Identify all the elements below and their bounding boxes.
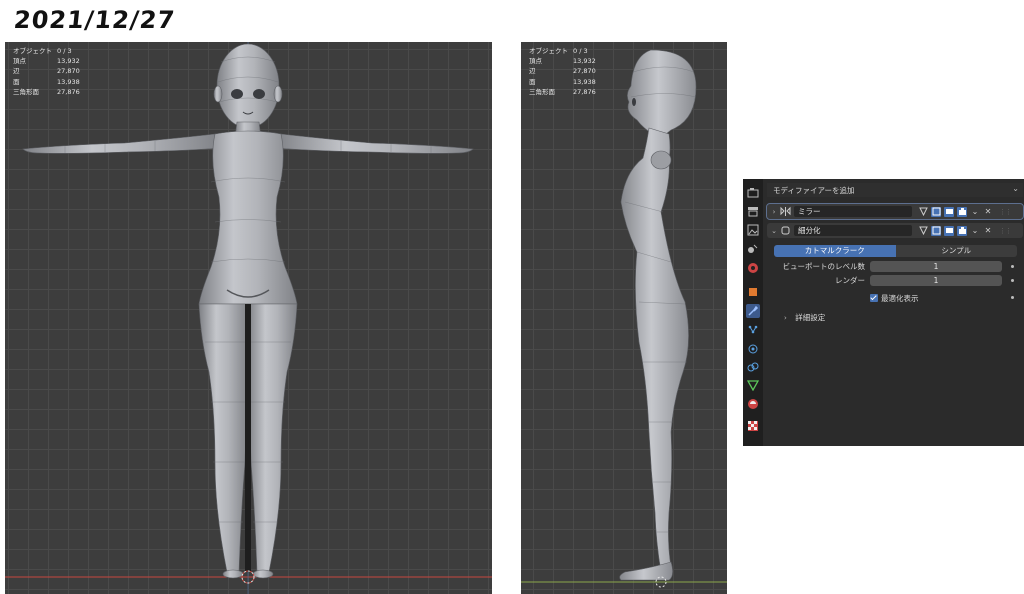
world-icon[interactable]	[747, 286, 759, 298]
viewport-toggle-icon[interactable]	[944, 206, 954, 217]
properties-panel: モディファイアーを追加 ⌄ › ミラー ⌄ ✕ ⋮⋮ ⌄ 細分化 ⌄ ✕ ⋮⋮ …	[743, 179, 1024, 446]
render-levels-label: レンダー	[835, 276, 865, 285]
keyframe-dot-icon[interactable]	[1011, 296, 1014, 299]
keyframe-dot-icon[interactable]	[1011, 265, 1014, 268]
optimal-display-checkbox[interactable]: 最適化表示	[870, 292, 919, 304]
front-viewport[interactable]: オブジェクト 0 / 3 頂点 13,932 辺 27,870 面 13,938 三角形…	[5, 42, 492, 594]
add-modifier-label: モディファイアーを追加	[773, 185, 855, 195]
mode-catmull-clark-button[interactable]: カトマルクラーク	[774, 245, 896, 257]
modifier-panel-mirror[interactable]: › ミラー ⌄ ✕ ⋮⋮	[766, 203, 1024, 220]
keyframe-dot-icon[interactable]	[1011, 279, 1014, 282]
tool-icon[interactable]	[747, 187, 759, 199]
edit-cage-toggle-icon[interactable]	[918, 226, 928, 236]
edit-mode-toggle-icon[interactable]	[931, 225, 941, 236]
render-toggle-icon[interactable]	[957, 206, 967, 217]
chevron-down-icon[interactable]: ⌄	[970, 226, 980, 236]
properties-tab-bar	[743, 179, 763, 446]
subdivision-icon	[779, 225, 791, 237]
modifier-name-field[interactable]: ミラー	[794, 206, 912, 217]
material-icon[interactable]	[747, 398, 759, 410]
viewport-toggle-icon[interactable]	[944, 225, 954, 236]
modifier-stack: モディファイアーを追加 ⌄ › ミラー ⌄ ✕ ⋮⋮ ⌄ 細分化 ⌄ ✕ ⋮⋮ …	[764, 179, 1024, 446]
viewport-levels-label: ビューポートのレベル数	[782, 262, 866, 271]
drag-handle-icon[interactable]: ⋮⋮	[999, 208, 1012, 216]
expand-caret-icon: ›	[784, 314, 787, 322]
render-levels-field[interactable]: 1	[870, 275, 1002, 286]
close-icon[interactable]: ✕	[983, 207, 993, 217]
modifier-panel-subdivision[interactable]: ⌄ 細分化 ⌄ ✕ ⋮⋮	[767, 223, 1023, 238]
edit-cage-toggle-icon[interactable]	[918, 207, 928, 217]
chevron-down-icon: ⌄	[1012, 184, 1019, 193]
side-figure-model	[521, 49, 727, 588]
close-icon[interactable]: ✕	[983, 226, 993, 236]
texture-icon[interactable]	[747, 420, 759, 432]
collapse-caret-icon[interactable]: ⌄	[769, 227, 779, 235]
physics-icon[interactable]	[747, 343, 759, 355]
side-viewport[interactable]: オブジェクト 0 / 3 頂点 13,932 辺 27,870 面 13,938 三角形…	[521, 42, 727, 594]
chevron-down-icon[interactable]: ⌄	[970, 207, 980, 217]
add-modifier-dropdown[interactable]: モディファイアーを追加 ⌄	[767, 183, 1023, 197]
drag-handle-icon[interactable]: ⋮⋮	[999, 227, 1012, 235]
mode-simple-button[interactable]: シンプル	[895, 245, 1017, 257]
viewport-levels-field[interactable]: 1	[870, 261, 1002, 272]
constraints-icon[interactable]	[747, 361, 759, 373]
viewport-levels-row: ビューポートのレベル数 1	[764, 261, 1024, 273]
output-icon[interactable]	[747, 224, 759, 236]
view-layer-icon[interactable]	[747, 243, 759, 255]
render-levels-row: レンダー 1	[764, 275, 1024, 287]
front-figure-model	[5, 42, 492, 594]
particles-icon[interactable]	[747, 324, 759, 336]
edit-mode-toggle-icon[interactable]	[931, 206, 941, 217]
expand-caret-icon[interactable]: ›	[769, 208, 779, 216]
page-title: 2021/12/27	[12, 6, 177, 34]
advanced-subpanel-header[interactable]: › 詳細設定	[784, 312, 825, 324]
modifier-icon[interactable]	[746, 304, 760, 318]
optimal-display-label: 最適化表示	[881, 293, 919, 303]
render-icon[interactable]	[747, 205, 759, 217]
render-toggle-icon[interactable]	[957, 225, 967, 236]
mirror-icon	[779, 206, 791, 218]
advanced-label: 詳細設定	[795, 313, 826, 322]
modifier-name-field[interactable]: 細分化	[794, 225, 912, 236]
checkbox-checked-icon[interactable]	[870, 294, 878, 302]
data-icon[interactable]	[747, 379, 759, 391]
subdivision-mode-toggle: カトマルクラーク シンプル	[774, 245, 1017, 257]
scene-icon[interactable]	[747, 262, 759, 274]
